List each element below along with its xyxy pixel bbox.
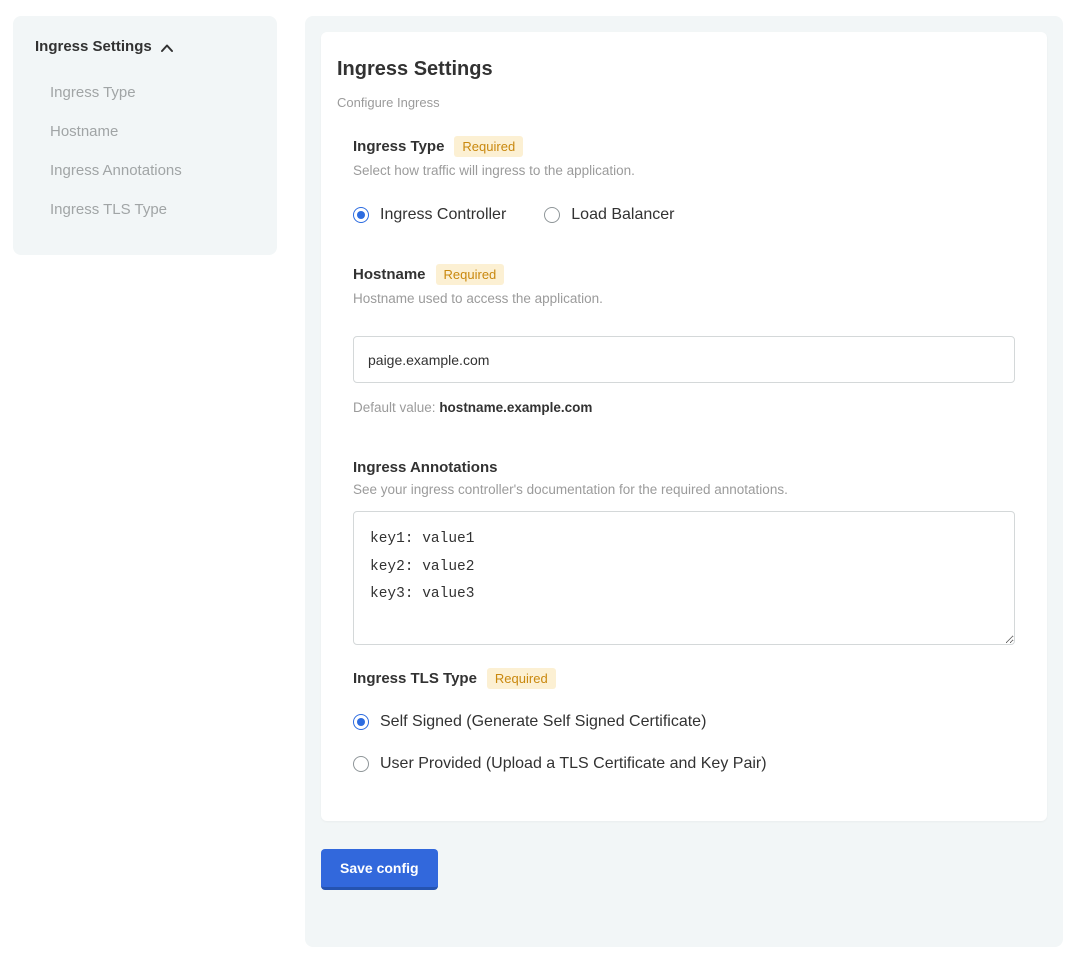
tls-type-label: Ingress TLS Type — [353, 670, 477, 687]
radio-label: User Provided (Upload a TLS Certificate … — [380, 755, 767, 773]
radio-button-load-balancer[interactable] — [544, 207, 560, 223]
radio-option-load-balancer[interactable]: Load Balancer — [544, 206, 674, 224]
card-title: Ingress Settings — [337, 58, 1031, 81]
ingress-type-help: Select how traffic will ingress to the a… — [353, 163, 1015, 178]
sidebar-item-ingress-type[interactable]: Ingress Type — [35, 73, 257, 112]
annotations-textarea[interactable]: key1: value1 key2: value2 key3: value3 — [353, 511, 1015, 645]
sidebar-group-ingress-settings[interactable]: Ingress Settings — [35, 38, 257, 55]
hostname-default-line: Default value: hostname.example.com — [353, 400, 1015, 415]
radio-option-self-signed[interactable]: Self Signed (Generate Self Signed Certif… — [353, 713, 1015, 731]
sidebar-item-ingress-tls-type[interactable]: Ingress TLS Type — [35, 190, 257, 229]
hostname-input[interactable] — [353, 336, 1015, 383]
section-ingress-tls-type: Ingress TLS Type Required Self Signed (G… — [353, 668, 1015, 773]
annotations-help: See your ingress controller's documentat… — [353, 482, 1015, 497]
sidebar-item-ingress-annotations[interactable]: Ingress Annotations — [35, 151, 257, 190]
required-badge: Required — [454, 136, 523, 157]
radio-button-ingress-controller[interactable] — [353, 207, 369, 223]
ingress-settings-card: Ingress Settings Configure Ingress Ingre… — [321, 32, 1047, 821]
default-value: hostname.example.com — [439, 400, 592, 415]
section-hostname: Hostname Required Hostname used to acces… — [353, 264, 1015, 415]
chevron-up-icon — [160, 43, 174, 53]
sidebar-group-label: Ingress Settings — [35, 38, 152, 55]
hostname-help: Hostname used to access the application. — [353, 291, 1015, 306]
radio-option-user-provided[interactable]: User Provided (Upload a TLS Certificate … — [353, 755, 1015, 773]
radio-button-user-provided[interactable] — [353, 756, 369, 772]
radio-label: Load Balancer — [571, 206, 674, 224]
hostname-label: Hostname — [353, 266, 426, 283]
radio-label: Self Signed (Generate Self Signed Certif… — [380, 713, 706, 731]
radio-option-ingress-controller[interactable]: Ingress Controller — [353, 206, 506, 224]
ingress-type-label: Ingress Type — [353, 138, 444, 155]
config-sidebar: Ingress Settings Ingress Type Hostname I… — [13, 16, 277, 255]
required-badge: Required — [436, 264, 505, 285]
radio-label: Ingress Controller — [380, 206, 506, 224]
annotations-label: Ingress Annotations — [353, 459, 497, 476]
section-ingress-annotations: Ingress Annotations See your ingress con… — [353, 459, 1015, 650]
card-subtitle: Configure Ingress — [337, 95, 1031, 110]
default-value-label: Default value: — [353, 400, 439, 415]
config-main-panel: Ingress Settings Configure Ingress Ingre… — [305, 16, 1063, 947]
radio-button-self-signed[interactable] — [353, 714, 369, 730]
section-ingress-type: Ingress Type Required Select how traffic… — [353, 136, 1015, 224]
sidebar-item-hostname[interactable]: Hostname — [35, 112, 257, 151]
save-config-button[interactable]: Save config — [321, 849, 438, 890]
required-badge: Required — [487, 668, 556, 689]
